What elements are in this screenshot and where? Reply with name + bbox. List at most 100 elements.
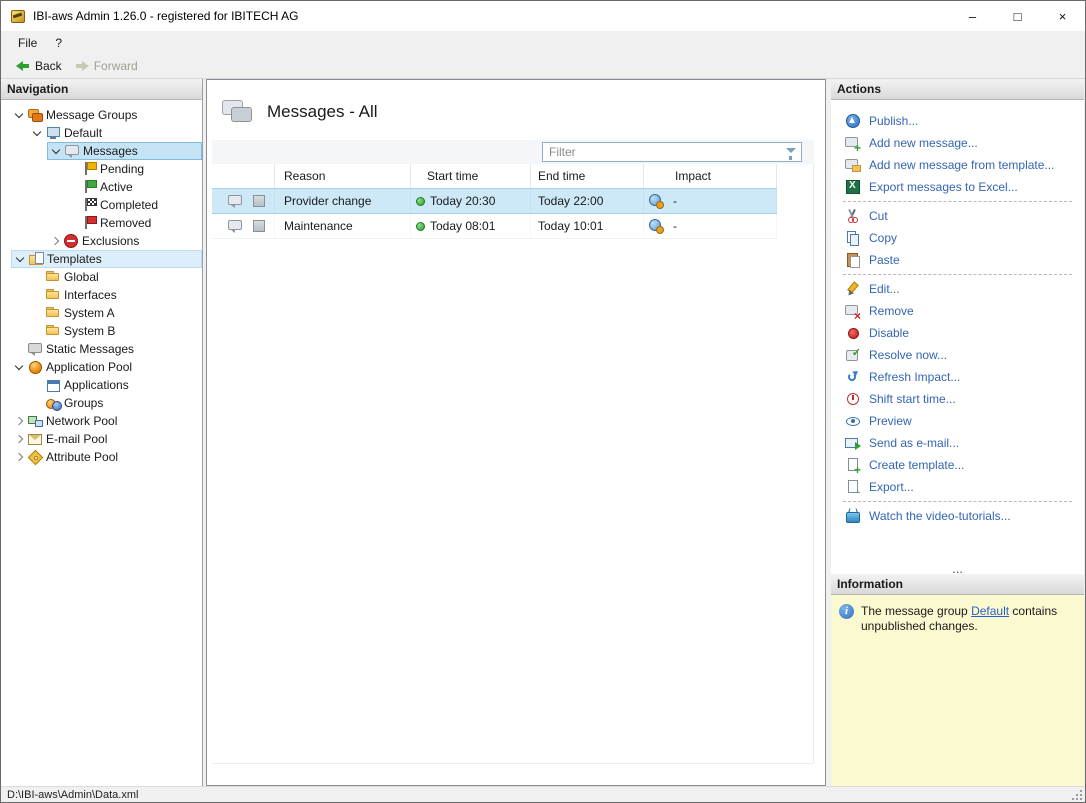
maximize-button[interactable]: □	[995, 1, 1040, 31]
filter-input[interactable]	[542, 142, 802, 162]
table-row[interactable]: Maintenance Today 08:01 Today 10:01 -	[212, 214, 777, 239]
tree-item-message-groups[interactable]: Message Groups	[1, 106, 202, 124]
action-shift-start-time[interactable]: Shift start time...	[831, 388, 1084, 410]
action-label: Publish...	[861, 114, 918, 128]
action-create-template[interactable]: Create template...	[831, 454, 1084, 476]
chevron-down-icon[interactable]	[12, 250, 28, 268]
chevron-down-icon[interactable]	[11, 358, 27, 376]
navigation-header: Navigation	[1, 79, 202, 100]
tree-item-label: Groups	[61, 396, 103, 410]
status-path: D:\IBI-aws\Admin\Data.xml	[7, 789, 138, 801]
tree-item-templates[interactable]: Templates	[1, 250, 202, 268]
chevron-right-icon[interactable]	[11, 448, 27, 466]
tree-item-groups[interactable]: Groups	[1, 394, 202, 412]
tree-item-label: Completed	[97, 198, 158, 212]
action-watch-video-tutorials[interactable]: Watch the video-tutorials...	[831, 505, 1084, 527]
tree-item-system-a[interactable]: System A	[1, 304, 202, 322]
menu-file[interactable]: File	[9, 31, 46, 54]
export-icon	[845, 479, 861, 495]
tree-item-default[interactable]: Default	[1, 124, 202, 142]
tree-item-pending[interactable]: Pending	[1, 160, 202, 178]
tree-item-interfaces[interactable]: Interfaces	[1, 286, 202, 304]
default-group-icon	[45, 125, 61, 141]
chevron-right-icon[interactable]	[11, 430, 27, 448]
minimize-button[interactable]: –	[950, 1, 995, 31]
active-flag-icon	[81, 179, 97, 195]
excel-icon	[845, 179, 861, 195]
close-button[interactable]: ×	[1040, 1, 1085, 31]
column-header-end-time[interactable]: End time	[531, 164, 644, 188]
tree-item-network-pool[interactable]: Network Pool	[1, 412, 202, 430]
tree-item-active[interactable]: Active	[1, 178, 202, 196]
removed-flag-icon	[81, 215, 97, 231]
chevron-down-icon[interactable]	[11, 106, 27, 124]
templates-icon	[28, 251, 44, 267]
tree-item-label: Pending	[97, 162, 144, 176]
action-preview[interactable]: Preview	[831, 410, 1084, 432]
chevron-down-icon[interactable]	[48, 142, 64, 160]
action-add-new-message[interactable]: Add new message...	[831, 132, 1084, 154]
cell-start-time: Today 08:01	[430, 219, 495, 233]
column-header-impact[interactable]: Impact	[644, 164, 777, 188]
static-messages-icon	[27, 341, 43, 357]
action-add-message-from-template[interactable]: Add new message from template...	[831, 154, 1084, 176]
tree-item-static-messages[interactable]: Static Messages	[1, 340, 202, 358]
cell-reason: Maintenance	[275, 214, 411, 238]
action-refresh-impact[interactable]: Refresh Impact...	[831, 366, 1084, 388]
tree-item-system-b[interactable]: System B	[1, 322, 202, 340]
tree-item-removed[interactable]: Removed	[1, 214, 202, 232]
info-icon	[839, 604, 854, 619]
action-publish[interactable]: Publish...	[831, 110, 1084, 132]
groups-icon	[45, 395, 61, 411]
remove-icon	[845, 303, 861, 319]
forward-arrow-icon	[74, 58, 90, 74]
action-resolve-now[interactable]: Resolve now...	[831, 344, 1084, 366]
column-header-start-time[interactable]: Start time	[411, 164, 531, 188]
cell-end-time: Today 10:01	[531, 214, 644, 238]
actions-list: Publish... Add new message... Add new me…	[831, 100, 1084, 574]
chevron-down-icon[interactable]	[29, 124, 45, 142]
folder-icon	[45, 323, 61, 339]
tree-item-messages[interactable]: Messages	[1, 142, 202, 160]
action-label: Paste	[861, 253, 900, 267]
window-controls: – □ ×	[950, 1, 1085, 31]
tree-item-label: Application Pool	[43, 360, 132, 374]
action-edit[interactable]: Edit...	[831, 278, 1084, 300]
action-export-to-excel[interactable]: Export messages to Excel...	[831, 176, 1084, 198]
action-remove[interactable]: Remove	[831, 300, 1084, 322]
tree-item-global[interactable]: Global	[1, 268, 202, 286]
column-header-icons	[212, 164, 275, 188]
menu-help[interactable]: ?	[46, 31, 71, 54]
action-label: Remove	[861, 304, 914, 318]
action-export[interactable]: Export...	[831, 476, 1084, 498]
cell-reason: Provider change	[275, 189, 411, 213]
back-button[interactable]: Back	[9, 54, 68, 78]
filter-funnel-icon[interactable]	[786, 148, 796, 153]
pending-flag-icon	[81, 161, 97, 177]
action-copy[interactable]: Copy	[831, 227, 1084, 249]
video-tutorials-icon	[845, 508, 861, 524]
tree-item-exclusions[interactable]: Exclusions	[1, 232, 202, 250]
action-cut[interactable]: Cut	[831, 205, 1084, 227]
chevron-right-icon[interactable]	[11, 412, 27, 430]
action-send-as-email[interactable]: Send as e-mail...	[831, 432, 1084, 454]
action-disable[interactable]: Disable	[831, 322, 1084, 344]
tree-item-applications[interactable]: Applications	[1, 376, 202, 394]
tree-item-label: System B	[61, 324, 115, 338]
forward-button[interactable]: Forward	[68, 54, 144, 78]
table-row[interactable]: Provider change Today 20:30 Today 22:00 …	[212, 188, 777, 214]
default-group-link[interactable]: Default	[971, 604, 1009, 618]
cell-start-time: Today 20:30	[430, 194, 495, 208]
tree-item-completed[interactable]: Completed	[1, 196, 202, 214]
tree-item-attribute-pool[interactable]: Attribute Pool	[1, 448, 202, 466]
tree-item-application-pool[interactable]: Application Pool	[1, 358, 202, 376]
tree-item-label: Messages	[80, 144, 138, 158]
resolve-icon	[845, 347, 861, 363]
chevron-right-icon[interactable]	[47, 232, 63, 250]
tree-indent-spacer	[65, 178, 81, 196]
actions-overflow[interactable]: ...	[831, 563, 1084, 574]
column-header-reason[interactable]: Reason	[275, 164, 411, 188]
resize-grip[interactable]	[1071, 789, 1083, 801]
action-paste[interactable]: Paste	[831, 249, 1084, 271]
tree-item-email-pool[interactable]: E-mail Pool	[1, 430, 202, 448]
